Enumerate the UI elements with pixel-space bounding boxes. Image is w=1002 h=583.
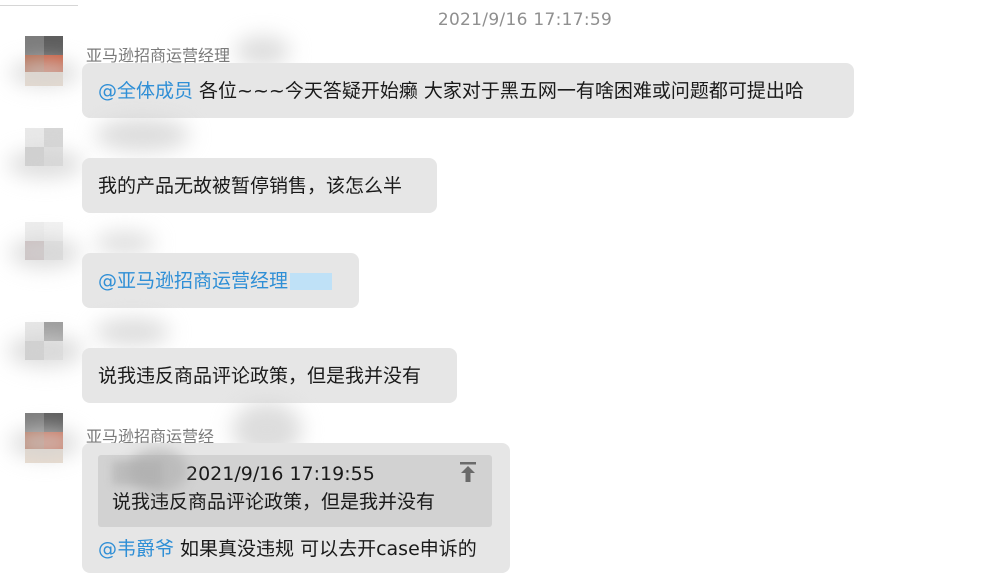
blur-patch xyxy=(128,448,188,493)
redaction xyxy=(290,273,333,290)
blur-patch xyxy=(95,118,190,152)
blur-patch xyxy=(8,335,83,367)
blur-patch xyxy=(95,232,155,254)
mention[interactable]: @韦爵爷 xyxy=(98,538,174,560)
blur-patch xyxy=(235,36,290,66)
message-bubble[interactable]: @全体成员 各位~~~今天答疑开始癞 大家对于黑五网一有啥困难或问题都可提出哈 xyxy=(82,63,854,118)
mention[interactable]: @全体成员 xyxy=(98,80,193,102)
blur-patch xyxy=(10,238,80,268)
blur-patch xyxy=(95,318,170,346)
message-text: 各位~~~今天答疑开始癞 大家对于黑五网一有啥困难或问题都可提出哈 xyxy=(193,80,804,102)
chat-timestamp: 2021/9/16 17:17:59 xyxy=(437,10,613,30)
message-text: 说我违反商品评论政策，但是我并没有 xyxy=(98,365,422,387)
message-bubble[interactable]: 说我违反商品评论政策，但是我并没有 xyxy=(82,348,457,403)
pin-to-top-icon[interactable] xyxy=(458,461,478,483)
message-text: 如果真没违规 可以去开case申诉的 xyxy=(174,538,477,560)
message-bubble[interactable]: @亚马逊招商运营经理 xyxy=(82,253,359,308)
divider xyxy=(0,5,78,6)
mention[interactable]: @亚马逊招商运营经理 xyxy=(98,270,288,292)
blur-patch xyxy=(10,60,80,86)
message-text: 我的产品无故被暂停销售，该怎么半 xyxy=(98,175,403,197)
blur-patch xyxy=(10,428,80,458)
message-bubble[interactable]: 我的产品无故被暂停销售，该怎么半 xyxy=(82,158,437,213)
blur-patch xyxy=(8,150,83,178)
quoted-time: 2021/9/16 17:19:55 xyxy=(186,463,375,485)
